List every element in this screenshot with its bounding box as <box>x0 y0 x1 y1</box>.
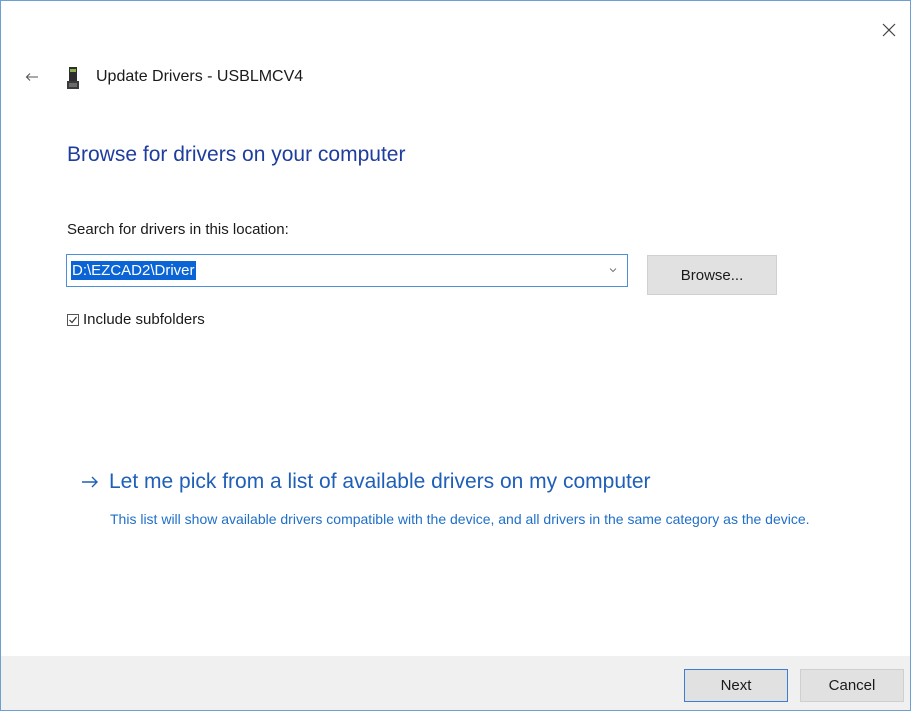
pick-from-list-link[interactable]: Let me pick from a list of available dri… <box>81 470 651 494</box>
next-button-label: Next <box>720 677 752 694</box>
pick-from-list-description: This list will show available drivers co… <box>110 511 810 527</box>
window-title: Update Drivers - USBLMCV4 <box>96 68 304 85</box>
checkbox-checked-icon[interactable] <box>67 313 79 326</box>
cancel-button-label: Cancel <box>828 677 876 694</box>
close-icon <box>882 23 896 37</box>
driver-path-value[interactable]: D:\EZCAD2\Driver <box>71 261 196 280</box>
search-location-label: Search for drivers in this location: <box>67 221 289 238</box>
browse-button-label: Browse... <box>680 266 744 284</box>
include-subfolders-checkbox[interactable]: Include subfolders <box>67 311 205 328</box>
right-arrow-icon <box>82 476 98 488</box>
back-button[interactable] <box>21 67 43 87</box>
close-button[interactable] <box>874 15 904 45</box>
update-drivers-dialog: Update Drivers - USBLMCV4 Browse for dri… <box>0 0 911 711</box>
next-button[interactable]: Next <box>684 669 788 702</box>
page-heading: Browse for drivers on your computer <box>67 143 406 166</box>
dialog-footer: Next Cancel <box>1 656 910 710</box>
chevron-down-icon[interactable] <box>607 264 619 276</box>
back-arrow-icon <box>25 73 38 81</box>
browse-button[interactable]: Browse... <box>647 255 777 295</box>
include-subfolders-label: Include subfolders <box>83 311 205 328</box>
usb-device-icon <box>67 67 79 89</box>
cancel-button[interactable]: Cancel <box>800 669 904 702</box>
pick-from-list-label[interactable]: Let me pick from a list of available dri… <box>109 470 651 494</box>
driver-path-combobox[interactable]: D:\EZCAD2\Driver <box>66 254 628 287</box>
